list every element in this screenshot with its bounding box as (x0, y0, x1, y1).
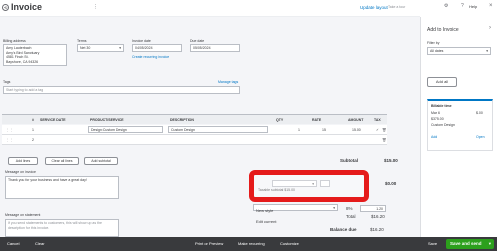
total-value: $16.20 (371, 214, 385, 219)
row-number: 2 (32, 138, 34, 142)
cancel-button[interactable]: Cancel (7, 241, 19, 246)
filter-label: Filter by (427, 41, 440, 45)
billable-title: Billable time (431, 104, 452, 108)
terms-value: Net 30 (80, 46, 91, 50)
subtotal-value: $15.00 (384, 158, 398, 163)
make-recurring-button[interactable]: Make recurring (238, 241, 265, 246)
terms-label: Terms (77, 39, 87, 43)
add-lines-button[interactable]: Add lines (8, 157, 38, 165)
billing-line: Bayshore, CA 94326 (6, 59, 39, 64)
billing-address-field[interactable]: Amy Lauterbach Amy's Bird Sanctuary 4581… (3, 44, 67, 66)
edit-current-option[interactable]: Edit current (256, 219, 276, 224)
drag-handle-icon[interactable]: ⋮⋮ (6, 128, 13, 132)
description-field[interactable]: Custom Design (168, 126, 268, 133)
open-link[interactable]: Open (476, 135, 485, 139)
amount-value[interactable]: 15.00 (352, 128, 361, 132)
chevron-down-icon: ▾ (119, 46, 121, 50)
help-icon[interactable]: ? (461, 3, 464, 9)
drag-handle-icon[interactable]: ⋮⋮ (6, 138, 13, 142)
chevron-down-icon: ▾ (333, 206, 335, 210)
balance-due-label: Balance due (330, 227, 357, 232)
add-link[interactable]: Add (431, 135, 437, 139)
more-icon[interactable]: ⋮ (93, 4, 98, 10)
chevron-down-icon[interactable]: ▾ (489, 239, 494, 249)
highlight-box (249, 170, 369, 202)
save-and-send-button[interactable]: Save and send ▾ (446, 239, 494, 249)
tax-check-icon[interactable]: ✓ (376, 128, 379, 132)
create-recurring-link[interactable]: Create recurring invoice (132, 55, 169, 59)
col-description: DESCRIPTION (170, 118, 194, 122)
manage-tags-link[interactable]: Manage tags (218, 80, 238, 84)
tax-amount-field[interactable]: 1.20 (360, 205, 386, 212)
invoice-date-field[interactable]: 04/05/2024 (132, 44, 182, 52)
close-icon[interactable]: × (489, 3, 493, 9)
save-and-send-label: Save and send (450, 241, 482, 246)
add-to-invoice-panel: Add to Invoice › Filter by All dates ▾ A… (420, 17, 497, 237)
chevron-down-icon: ▾ (486, 49, 488, 53)
col-service-date: SERVICE DATE (40, 118, 66, 122)
save-button[interactable]: Save (428, 241, 437, 246)
delete-row-icon[interactable]: 🗑 (382, 128, 386, 132)
rate-value[interactable]: 15 (322, 128, 326, 132)
billable-description: Custom Design (431, 123, 455, 127)
total-label: Total (346, 214, 356, 219)
due-date-field[interactable]: 05/05/2024 (190, 44, 240, 52)
invoice-date-label: Invoice date (132, 39, 151, 43)
sidebar-title: Add to Invoice (427, 27, 459, 33)
add-all-button[interactable]: Add all (427, 77, 457, 87)
message-invoice-field[interactable]: Thank you for your business and have a g… (5, 176, 119, 199)
message-statement-label: Message on statement (5, 213, 41, 217)
clear-button[interactable]: Clear (35, 241, 45, 246)
billable-time-card: Billable time Mar 6 $.00 $375.00 Custom … (427, 99, 493, 151)
sidebar-collapse-icon[interactable]: › (489, 25, 491, 31)
filter-select[interactable]: All dates ▾ (427, 47, 491, 55)
recent-transactions-icon[interactable]: ⟲ (2, 4, 9, 11)
col-rate: RATE (312, 118, 322, 122)
col-qty: QTY (276, 118, 284, 122)
due-date-label: Due date (190, 39, 205, 43)
help-label[interactable]: Help (469, 4, 477, 9)
billable-date: Mar 6 (431, 111, 440, 115)
product-service-field[interactable]: Design:Custom Design (88, 126, 163, 133)
qty-value[interactable]: 1 (298, 128, 300, 132)
customize-button[interactable]: Customize (280, 241, 299, 246)
row-number: 1 (32, 128, 34, 132)
new-style-option[interactable]: New style (256, 208, 273, 213)
print-preview-button[interactable]: Print or Preview (195, 241, 223, 246)
tax-percent: 8% (346, 206, 353, 211)
billing-address-label: Billing address (3, 39, 26, 43)
subtotal-label: Subtotal (340, 158, 358, 163)
update-layout-link[interactable]: Update layout (360, 5, 388, 10)
page-title: Invoice (11, 2, 43, 12)
tags-input[interactable]: Start typing to add a tag (3, 86, 240, 94)
clear-all-lines-button[interactable]: Clear all lines (45, 157, 79, 165)
footer-bar: Cancel Clear Print or Preview Make recur… (0, 237, 497, 251)
header-bar: ⟲ Invoice ⋮ Update layout Take a tour (0, 0, 420, 17)
message-invoice-label: Message on invoice (5, 170, 36, 174)
message-statement-field[interactable]: If you send statements to customers, thi… (5, 219, 119, 237)
filter-value: All dates (430, 49, 444, 53)
discount-value: $0.00 (385, 181, 397, 186)
invoice-form: Billing address Amy Lauterbach Amy's Bir… (0, 17, 420, 237)
tags-label: Tags (3, 80, 11, 84)
col-product-service: PRODUCT/SERVICE (90, 118, 124, 122)
take-tour-link[interactable]: Take a tour (388, 5, 405, 9)
terms-select[interactable]: Net 30 ▾ (77, 44, 124, 52)
table-row[interactable]: ⋮⋮ 1 Design:Custom Design Custom Design … (2, 125, 387, 135)
balance-due-value: $16.20 (370, 227, 384, 232)
table-header: # SERVICE DATE PRODUCT/SERVICE DESCRIPTI… (2, 114, 387, 124)
delete-row-icon[interactable]: 🗑 (382, 138, 386, 142)
settings-icon[interactable]: ⚙ (444, 3, 448, 9)
col-tax: TAX (374, 118, 381, 122)
col-amount: AMOUNT (348, 118, 364, 122)
billable-amount-right: $.00 (476, 111, 483, 115)
col-num: # (32, 118, 34, 122)
table-row[interactable]: ⋮⋮ 2 🗑 (2, 135, 387, 145)
billable-amount: $375.00 (431, 117, 444, 121)
add-subtotal-button[interactable]: Add subtotal (84, 157, 118, 165)
